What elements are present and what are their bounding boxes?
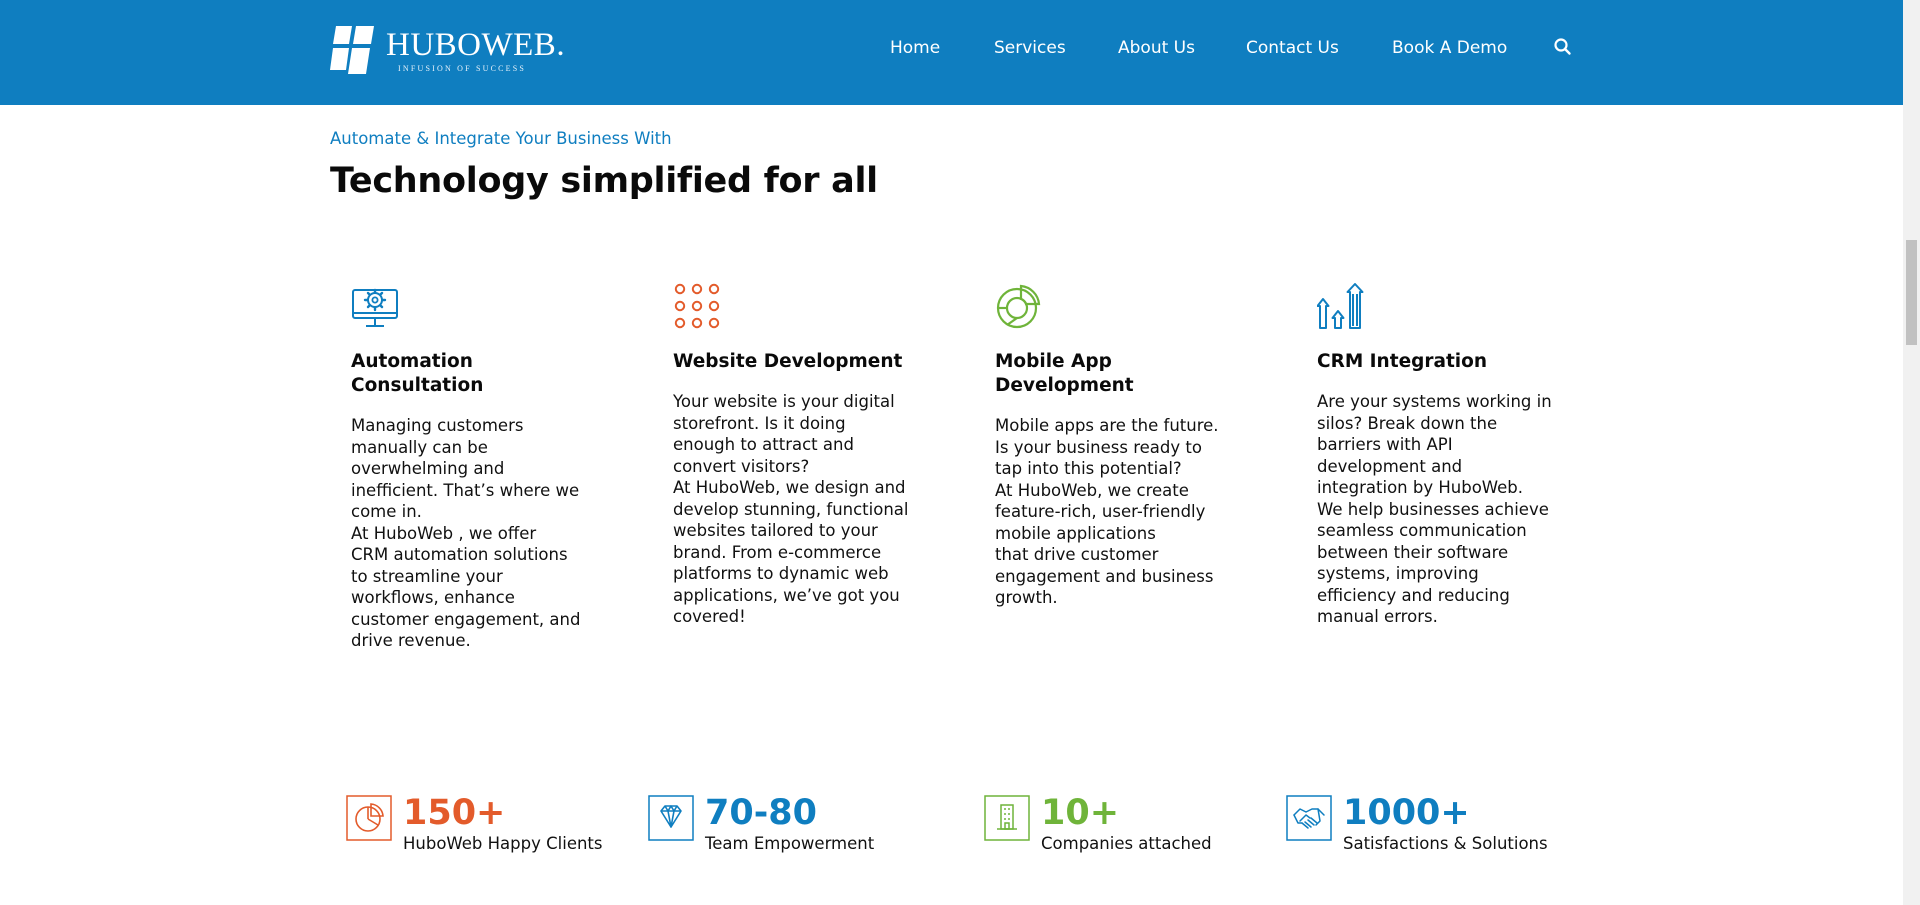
service-text-line: seamless communication [1317, 521, 1527, 540]
stat-label: Companies attached [1041, 834, 1212, 853]
service-text-line: develop stunning, functional [673, 499, 909, 519]
service-text-line: At HuboWeb, we design and [673, 478, 906, 497]
dot-grid-icon [674, 283, 720, 329]
nav-services[interactable]: Services [994, 37, 1066, 59]
stat-satisfactions: 1000+ Satisfactions & Solutions [1286, 793, 1576, 853]
service-card-mobile-app: Mobile App Development Mobile apps are t… [995, 282, 1245, 609]
service-title: Mobile App Development [995, 350, 1245, 398]
service-text-line: Your website is your digital [673, 392, 895, 411]
service-text-line: convert visitors? [673, 456, 810, 476]
service-text-line: integration by HuboWeb. [1317, 478, 1524, 497]
service-text-line: come in. [351, 502, 422, 521]
nav-book-a-demo[interactable]: Book A Demo [1392, 37, 1507, 59]
stat-happy-clients: 150+ HuboWeb Happy Clients [346, 793, 626, 853]
stat-label: Team Empowerment [705, 834, 875, 853]
service-title: Automation Consultation [351, 350, 601, 398]
stat-value: 150+ [403, 793, 506, 833]
stat-label: Satisfactions & Solutions [1343, 834, 1548, 853]
service-text-line: Managing customers [351, 416, 524, 435]
search-icon[interactable] [1553, 37, 1573, 57]
service-title-line: Automation [351, 351, 473, 372]
service-text-line: overwhelming and [351, 459, 505, 478]
service-card-crm: CRM Integration Are your systems working… [1317, 282, 1567, 628]
service-text-line: workflows, enhance [351, 588, 515, 607]
service-text-line: manually can be [351, 437, 488, 457]
stat-value: 1000+ [1343, 793, 1470, 833]
service-title: Website Development [673, 350, 923, 374]
nav-home[interactable]: Home [890, 37, 940, 59]
nav-contact-us[interactable]: Contact Us [1246, 37, 1339, 59]
building-box-icon [984, 795, 1030, 841]
service-text-line: engagement and business [995, 566, 1214, 586]
service-title-line: Website Development [673, 351, 903, 372]
service-text-line: between their software [1317, 542, 1509, 562]
service-title-line: Mobile App [995, 351, 1112, 372]
brand-tagline: INFUSION OF SUCCESS [398, 64, 527, 73]
growth-arrows-icon [1317, 283, 1364, 329]
service-title-line: Consultation [351, 375, 484, 396]
page-scrollbar[interactable] [1903, 0, 1920, 905]
service-text-line: drive revenue. [351, 631, 471, 650]
service-text-line: CRM automation solutions [351, 545, 568, 564]
main-nav: Home Services About Us Contact Us Book A… [0, 37, 1903, 61]
service-text-line: websites tailored to your [673, 521, 878, 540]
stat-team-empowerment: 70-80 Team Empowerment [648, 793, 908, 853]
service-text-line: development and [1317, 456, 1463, 476]
stat-value: 10+ [1041, 793, 1120, 833]
pie-chart-icon [996, 284, 1041, 329]
service-text-line: growth. [995, 588, 1058, 607]
service-description: Your website is your digital storefront.… [673, 391, 923, 628]
service-text-line: mobile applications [995, 523, 1156, 543]
service-text-line: customer engagement, and [351, 609, 581, 629]
service-description: Are your systems working in silos? Break… [1317, 391, 1567, 628]
service-text-line: platforms to dynamic web [673, 564, 889, 583]
service-text-line: to streamline your [351, 566, 503, 586]
site-header: HUBOWEB. INFUSION OF SUCCESS Home Servic… [0, 0, 1903, 105]
diamond-box-icon [648, 795, 694, 841]
service-text-line: Is your business ready to [995, 437, 1202, 457]
section-eyebrow: Automate & Integrate Your Business With [330, 129, 672, 148]
service-text-line: brand. From e-commerce [673, 542, 882, 562]
service-text-line: storefront. Is it doing [673, 413, 846, 433]
scrollbar-thumb[interactable] [1906, 240, 1917, 345]
service-title-line: CRM Integration [1317, 351, 1488, 372]
service-text-line: At HuboWeb , we offer [351, 523, 537, 543]
stat-companies-attached: 10+ Companies attached [984, 793, 1244, 853]
service-text-line: systems, improving [1317, 564, 1479, 583]
nav-about-us[interactable]: About Us [1118, 37, 1195, 59]
service-text-line: We help businesses achieve [1317, 499, 1549, 519]
stat-label: HuboWeb Happy Clients [403, 834, 603, 853]
section-headline: Technology simplified for all [330, 161, 878, 201]
monitor-gear-icon [352, 288, 398, 327]
service-description: Managing customers manually can be overw… [351, 415, 601, 652]
stat-value: 70-80 [705, 793, 817, 833]
service-text-line: inefficient. That’s where we [351, 480, 580, 500]
service-title: CRM Integration [1317, 350, 1567, 374]
service-text-line: covered! [673, 607, 746, 626]
handshake-box-icon [1286, 795, 1332, 841]
service-title-line: Development [995, 375, 1134, 396]
service-text-line: Are your systems working in [1317, 392, 1552, 411]
service-text-line: manual errors. [1317, 607, 1438, 626]
service-text-line: that drive customer [995, 545, 1159, 564]
service-description: Mobile apps are the future. Is your busi… [995, 415, 1245, 609]
service-text-line: enough to attract and [673, 435, 854, 454]
service-text-line: At HuboWeb, we create [995, 480, 1189, 500]
service-text-line: barriers with API [1317, 435, 1453, 454]
service-card-website: Website Development Your website is your… [673, 282, 923, 628]
service-text-line: efficiency and reducing [1317, 585, 1510, 605]
service-card-automation: Automation Consultation Managing custome… [351, 282, 601, 652]
pie-chart-box-icon [346, 795, 392, 841]
service-text-line: feature-rich, user-friendly [995, 502, 1206, 521]
service-text-line: silos? Break down the [1317, 413, 1498, 433]
service-text-line: Mobile apps are the future. [995, 416, 1219, 435]
service-text-line: applications, we’ve got you [673, 585, 900, 605]
service-text-line: tap into this potential? [995, 459, 1182, 478]
